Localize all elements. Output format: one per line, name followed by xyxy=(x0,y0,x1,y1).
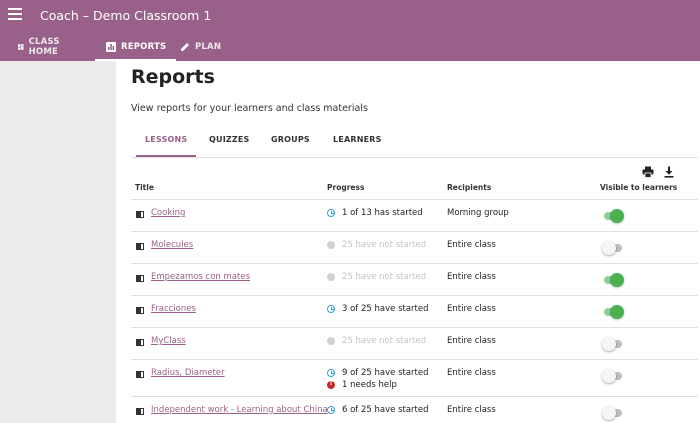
clock-icon xyxy=(327,406,335,414)
table-row: Cooking 1 of 13 has started Morning group xyxy=(131,200,698,232)
lesson-icon xyxy=(136,243,144,250)
visibility-toggle[interactable] xyxy=(602,337,624,351)
column-header-progress: Progress xyxy=(327,183,365,192)
recipients-text: Entire class xyxy=(447,304,496,314)
progress-text: 9 of 25 have started xyxy=(342,368,429,378)
lesson-icon xyxy=(136,371,144,378)
app-bar-top: Coach – Demo Classroom 1 xyxy=(0,0,700,32)
table-row: MyClass 25 have not started Entire class xyxy=(131,328,698,360)
lesson-title-link[interactable]: MyClass xyxy=(151,336,186,346)
nav-reports-label: REPORTS xyxy=(121,42,167,52)
table-row: Molecules 25 have not started Entire class xyxy=(131,232,698,264)
download-icon[interactable] xyxy=(663,166,675,178)
reports-card: Reports View reports for your learners a… xyxy=(116,61,700,423)
lesson-icon xyxy=(136,339,144,346)
lesson-title-link[interactable]: Independent work - Learning about China xyxy=(151,405,328,415)
menu-icon[interactable] xyxy=(8,8,22,20)
visibility-toggle[interactable] xyxy=(602,305,624,319)
visibility-toggle[interactable] xyxy=(602,273,624,287)
nav-plan-label: PLAN xyxy=(195,42,222,52)
not-started-icon xyxy=(327,241,335,249)
lesson-title-link[interactable]: Radius, Diameter xyxy=(151,368,225,378)
bar-chart-icon xyxy=(106,42,116,52)
recipients-text: Entire class xyxy=(447,368,496,378)
lesson-icon xyxy=(136,408,144,415)
tab-groups[interactable]: GROUPS xyxy=(271,135,310,157)
tab-lessons[interactable]: LESSONS xyxy=(136,135,197,157)
nav-reports[interactable]: REPORTS xyxy=(95,33,177,61)
lesson-icon xyxy=(136,275,144,282)
recipients-text: Entire class xyxy=(447,405,496,415)
clock-icon xyxy=(327,369,335,377)
recipients-text: Morning group xyxy=(447,208,509,218)
tab-groups-label: GROUPS xyxy=(271,135,310,144)
nav-plan[interactable]: PLAN xyxy=(180,33,221,61)
lesson-title-link[interactable]: Molecules xyxy=(151,240,193,250)
nav-class-home-label: CLASS HOME xyxy=(28,37,60,57)
column-header-visible: Visible to learners xyxy=(600,183,678,192)
dashboard-icon xyxy=(18,44,24,50)
visibility-toggle[interactable] xyxy=(602,241,624,255)
page-title: Reports xyxy=(131,66,215,88)
tab-learners-label: LEARNERS xyxy=(333,135,382,144)
alert-icon xyxy=(327,380,335,389)
visibility-toggle[interactable] xyxy=(602,406,624,420)
lesson-title-link[interactable]: Cooking xyxy=(151,208,185,218)
nav-class-home[interactable]: CLASS HOME xyxy=(18,33,64,61)
lesson-icon xyxy=(136,211,144,218)
print-icon[interactable] xyxy=(642,166,654,178)
table-row: Radius, Diameter 9 of 25 have started 1 ne… xyxy=(131,360,698,397)
table-row: Empezamos con mates 25 have not started En… xyxy=(131,264,698,296)
progress-text: 25 have not started xyxy=(342,336,427,346)
page-subtitle: View reports for your learners and class… xyxy=(131,103,368,114)
column-header-recipients: Recipients xyxy=(447,183,492,192)
not-started-icon xyxy=(327,337,335,345)
lesson-title-link[interactable]: Fracciones xyxy=(151,304,196,314)
tab-quizzes[interactable]: QUIZZES xyxy=(209,135,250,157)
column-header-title: Title xyxy=(135,183,154,192)
app-title: Coach – Demo Classroom 1 xyxy=(40,8,212,23)
visibility-toggle[interactable] xyxy=(602,209,624,223)
recipients-text: Entire class xyxy=(447,272,496,282)
needs-help-text: 1 needs help xyxy=(342,380,397,390)
lesson-icon xyxy=(136,307,144,314)
tab-lessons-label: LESSONS xyxy=(145,135,188,144)
table-row: Independent work - Learning about China 6… xyxy=(131,397,698,423)
clock-icon xyxy=(327,209,335,217)
tab-learners[interactable]: LEARNERS xyxy=(333,135,382,157)
lesson-title-link[interactable]: Empezamos con mates xyxy=(151,272,250,282)
not-started-icon xyxy=(327,273,335,281)
tabs-divider xyxy=(131,157,698,158)
progress-text: 3 of 25 have started xyxy=(342,304,429,314)
app-bar: Coach – Demo Classroom 1 CLASS HOME REPO… xyxy=(0,0,700,61)
recipients-text: Entire class xyxy=(447,240,496,250)
tab-quizzes-label: QUIZZES xyxy=(209,135,250,144)
clock-icon xyxy=(327,305,335,313)
table-row: Fracciones 3 of 25 have started Entire cla… xyxy=(131,296,698,328)
progress-text: 25 have not started xyxy=(342,272,427,282)
recipients-text: Entire class xyxy=(447,336,496,346)
progress-text: 1 of 13 has started xyxy=(342,208,423,218)
pencil-icon xyxy=(181,43,189,51)
progress-text: 6 of 25 have started xyxy=(342,405,429,415)
visibility-toggle[interactable] xyxy=(602,369,624,383)
progress-text: 25 have not started xyxy=(342,240,427,250)
